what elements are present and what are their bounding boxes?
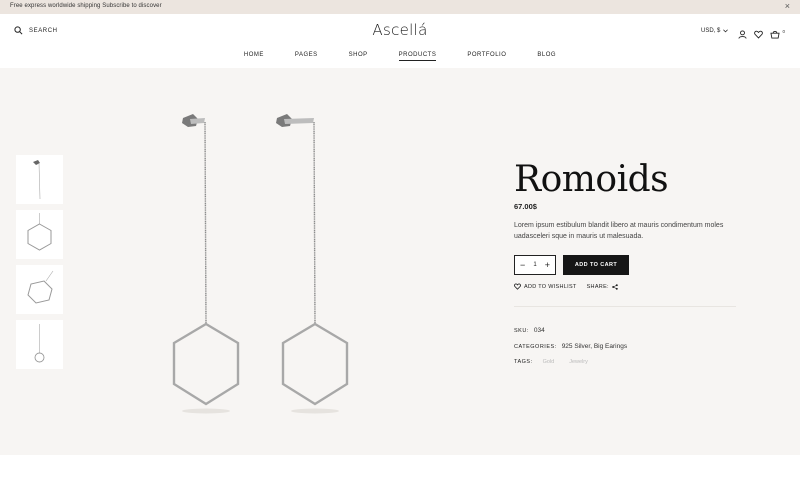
product-image (172, 114, 349, 414)
categories-label: CATEGORIES: (514, 343, 557, 350)
close-icon[interactable]: × (785, 1, 790, 12)
nav-portfolio[interactable]: PORTFOLIO (467, 52, 506, 61)
site-header: SEARCH Ascellá USD, $ 0 HOME PAGES SHOP … (0, 14, 800, 68)
tag-jewelry[interactable]: Jewelry (569, 359, 588, 365)
sku-value: 034 (533, 327, 545, 334)
add-to-cart-button[interactable]: ADD TO CART (563, 255, 629, 275)
announcement-bar: Free express worldwide shipping Subscrib… (0, 0, 800, 14)
cart-count: 0 (782, 29, 785, 34)
product-title: Romoids (514, 159, 669, 200)
cart-icon (770, 31, 780, 39)
thumbnail-list (16, 155, 63, 375)
site-logo[interactable]: Ascellá (0, 21, 800, 39)
nav-shop[interactable]: SHOP (349, 52, 368, 61)
sku-label: SKU: (514, 327, 529, 334)
product-actions: ADD TO WISHLIST SHARE: (514, 283, 744, 290)
quantity-value[interactable]: 1 (533, 262, 536, 268)
heart-icon (754, 30, 763, 39)
nav-blog[interactable]: BLOG (537, 52, 556, 61)
add-to-wishlist-label: ADD TO WISHLIST (524, 283, 577, 290)
nav-pages[interactable]: PAGES (295, 52, 318, 61)
nav-products[interactable]: PRODUCTS (398, 52, 437, 61)
share-icon (612, 283, 618, 290)
user-icon (738, 30, 747, 39)
main-nav: HOME PAGES SHOP PRODUCTS PORTFOLIO BLOG (0, 52, 800, 61)
quantity-stepper: − 1 + (514, 255, 556, 275)
product-thumbnail[interactable] (16, 320, 63, 369)
share-link[interactable]: SHARE: (587, 284, 618, 290)
product-details: Romoids 67.00$ Lorem ipsum estibulum bla… (514, 158, 744, 374)
categories-value[interactable]: 925 Silver, Big Earings (562, 343, 627, 350)
account-button[interactable] (738, 26, 747, 44)
product-thumbnail[interactable] (16, 210, 63, 259)
share-label: SHARE: (586, 283, 609, 290)
wishlist-button[interactable] (754, 26, 763, 44)
product-description: Lorem ipsum estibulum blandit libero at … (514, 222, 724, 240)
currency-label: USD, $ (701, 28, 721, 34)
tag-gold[interactable]: Gold (543, 359, 555, 365)
tags-label: TAGS: (514, 359, 533, 365)
cart-button[interactable]: 0 (770, 26, 785, 44)
purchase-row: − 1 + ADD TO CART (514, 255, 744, 275)
product-meta: SKU: 034 CATEGORIES: 925 Silver, Big Ear… (514, 327, 744, 365)
categories-row: CATEGORIES: 925 Silver, Big Earings (514, 343, 744, 350)
product-section: Romoids 67.00$ Lorem ipsum estibulum bla… (0, 68, 800, 455)
product-price: 67.00$ (514, 202, 537, 211)
currency-selector[interactable]: USD, $ (701, 28, 729, 34)
add-to-wishlist-link[interactable]: ADD TO WISHLIST (514, 283, 577, 290)
heart-icon (514, 283, 521, 290)
sku-row: SKU: 034 (514, 327, 744, 334)
product-thumbnail[interactable] (16, 155, 63, 204)
announcement-text: Free express worldwide shipping Subscrib… (10, 3, 162, 9)
tags-row: TAGS: Gold Jewelry (514, 359, 744, 365)
quantity-decrease-button[interactable]: − (520, 260, 525, 270)
header-actions: 0 (738, 26, 785, 44)
product-thumbnail[interactable] (16, 265, 63, 314)
divider (514, 306, 736, 307)
nav-home[interactable]: HOME (244, 52, 264, 61)
quantity-increase-button[interactable]: + (545, 260, 550, 270)
chevron-down-icon (723, 29, 729, 33)
